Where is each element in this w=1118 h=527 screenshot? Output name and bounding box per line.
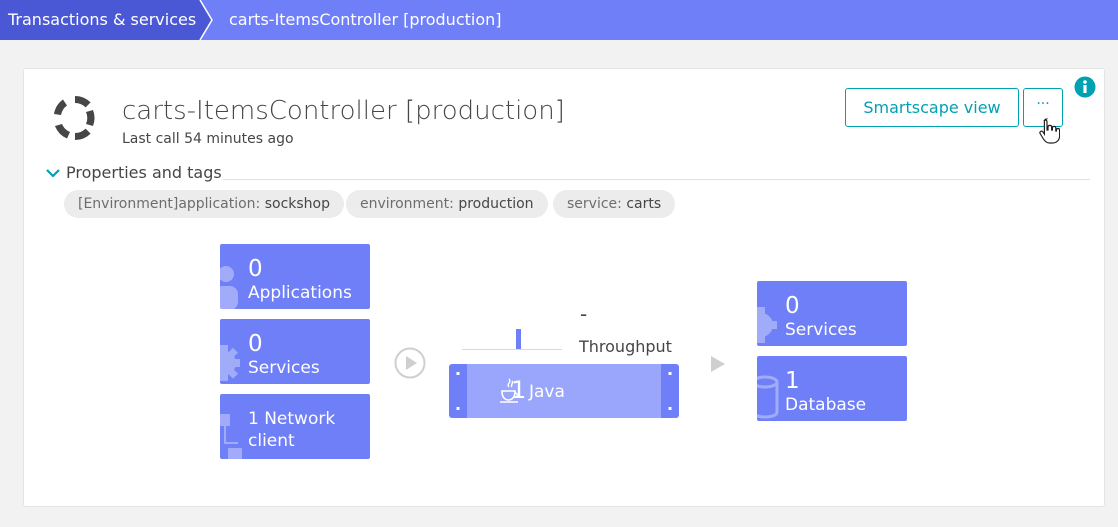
process-count: 1 — [511, 376, 527, 404]
database-count: 1 — [785, 368, 800, 394]
user-icon — [220, 266, 238, 309]
breadcrumb-separator-icon — [199, 0, 213, 40]
services-count: 0 — [248, 331, 263, 357]
applications-label: Applications — [248, 283, 352, 303]
callee-services-count: 0 — [785, 293, 800, 319]
smartscape-view-button[interactable]: Smartscape view — [845, 88, 1019, 127]
tag-application[interactable]: [Environment]application: sockshop — [64, 190, 345, 218]
database-label: Database — [785, 395, 867, 415]
applications-count: 0 — [248, 256, 263, 282]
right-handle-icon — [668, 372, 672, 410]
tag-service[interactable]: service: carts — [553, 190, 676, 218]
process-java-tile[interactable]: 1 Java — [449, 364, 679, 418]
properties-and-tags-label: Properties and tags — [66, 163, 222, 182]
callee-services-label: Services — [785, 320, 857, 340]
database-icon — [757, 375, 779, 419]
throughput-value: - — [580, 302, 588, 326]
throughput-label: Throughput — [579, 337, 672, 356]
tag-value: sockshop — [264, 196, 331, 212]
info-icon[interactable] — [1074, 76, 1096, 98]
properties-and-tags-toggle[interactable]: Properties and tags — [44, 163, 222, 182]
callees-database-tile[interactable]: 1 Database — [757, 356, 907, 421]
tag-value: carts — [626, 196, 662, 212]
tag-key: service: — [567, 196, 622, 212]
tag-value: production — [458, 196, 534, 212]
last-call-text: Last call 54 minutes ago — [122, 131, 294, 147]
section-divider — [223, 179, 1090, 180]
process-technology: Java — [529, 382, 565, 402]
callees-services-tile[interactable]: 0 Services — [757, 281, 907, 346]
page-title: carts-ItemsController [production] — [122, 96, 565, 126]
gear-icon — [757, 307, 777, 343]
arrow-right-icon — [711, 356, 725, 372]
network-icon — [220, 414, 242, 459]
process-tile-body: 1 Java — [467, 364, 661, 418]
services-label: Services — [248, 358, 320, 378]
breadcrumb: Transactions & services carts-ItemsContr… — [0, 0, 1118, 40]
throughput-sparkline-bar — [516, 329, 521, 349]
tag-environment[interactable]: environment: production — [346, 190, 548, 218]
play-circle-icon — [394, 347, 426, 379]
gear-icon — [220, 345, 240, 381]
breadcrumb-item-current[interactable]: carts-ItemsController [production] — [229, 10, 502, 29]
tag-key: [Environment]application: — [78, 196, 261, 212]
tag-key: environment: — [360, 196, 454, 212]
network-client-label: 1 Network client — [248, 409, 336, 451]
chevron-down-icon — [46, 168, 60, 178]
breadcrumb-item-label: Transactions & services — [8, 10, 197, 29]
callers-services-tile[interactable]: 0 Services — [220, 319, 370, 384]
breadcrumb-item-transactions[interactable]: Transactions & services — [0, 0, 212, 40]
service-icon — [54, 95, 95, 141]
hand-cursor-icon — [1039, 118, 1060, 144]
callers-network-client-tile[interactable]: 1 Network client — [220, 394, 370, 459]
left-handle-icon — [456, 372, 460, 410]
throughput-baseline — [462, 349, 562, 350]
callers-applications-tile[interactable]: 0 Applications — [220, 244, 370, 309]
